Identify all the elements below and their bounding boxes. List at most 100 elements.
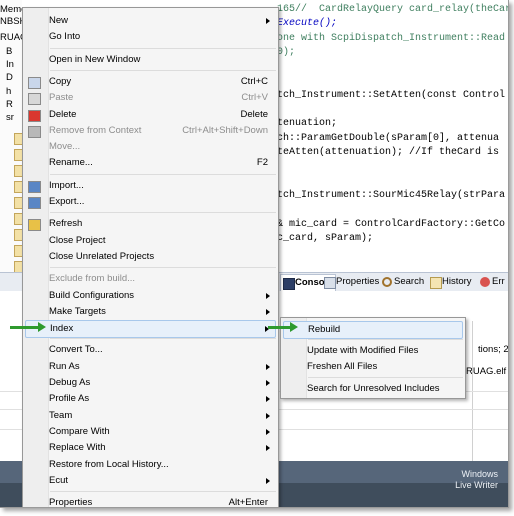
menu-item-delete[interactable]: Delete Delete: [25, 107, 276, 123]
submenu-arrow-icon: [266, 380, 270, 386]
search-icon: [382, 277, 392, 287]
code-line: Execute();: [277, 18, 338, 30]
ide-window: MemoryTestEmptyProjectNBSHRUAGBInDhRsrTe…: [0, 0, 509, 508]
menu-item-ecut[interactable]: Ecut: [25, 473, 276, 489]
taskbar-label: Windows Live Writer: [455, 469, 498, 490]
pointer-arrow-rebuild: [268, 322, 298, 332]
submenu-arrow-icon: [266, 412, 270, 419]
menu-item-rename[interactable]: Rename... F2: [25, 155, 276, 171]
menu-item-copy[interactable]: Copy Ctrl+C: [25, 74, 276, 90]
folder-icon: [14, 165, 22, 177]
code-line: c_card, sParam);: [277, 232, 374, 244]
submenu-item-rebuild[interactable]: Rebuild: [283, 321, 463, 339]
menu-item-convert-to[interactable]: Convert To...: [25, 342, 276, 358]
menu-item-move[interactable]: Move...: [25, 139, 276, 155]
menu-item-label: Search for Unresolved Includes: [307, 383, 440, 394]
console-icon: [283, 278, 295, 290]
code-line: tch_Instrument::SetAtten(const Control: [277, 89, 506, 101]
menu-item-label: Close Project: [49, 234, 106, 246]
code-line: tenuation;: [277, 118, 338, 130]
code-line: tch_Instrument::SourMic45Relay(strPara: [277, 189, 506, 201]
menu-item-restore-from-local-history[interactable]: Restore from Local History...: [25, 457, 276, 473]
menu-item-shortcut: F2: [256, 157, 268, 169]
submenu-arrow-icon: [266, 363, 270, 370]
menu-item-close-unrelated-projects[interactable]: Close Unrelated Projects: [25, 249, 276, 265]
pointer-arrow-index: [10, 322, 46, 332]
menu-item-compare-with[interactable]: Compare With: [25, 424, 276, 440]
menu-item-label: Freshen All Files: [307, 361, 378, 372]
copy-icon: [28, 76, 41, 89]
menu-item-label: Update with Modified Files: [307, 345, 419, 356]
context-menu: New Go Into Open in New Window Copy Ctrl+C Pa…: [22, 7, 279, 508]
menu-item-label: Paste: [49, 92, 74, 104]
menu-item-refresh[interactable]: Refresh: [25, 216, 276, 232]
submenu-arrow-icon: [266, 428, 270, 435]
submenu-item-search-for-unresolved-includes[interactable]: Search for Unresolved Includes: [283, 381, 463, 397]
folder-icon: [14, 197, 22, 209]
menu-item-properties[interactable]: Properties Alt+Enter: [25, 495, 276, 508]
menu-item-label: Copy: [49, 75, 72, 87]
menu-item-team[interactable]: Team: [25, 408, 276, 424]
folder-icon: [14, 133, 22, 145]
menu-item-make-targets[interactable]: Make Targets: [25, 304, 276, 320]
menu-item-remove-from-context[interactable]: Remove from Context Ctrl+Alt+Shift+Down: [25, 123, 276, 139]
menu-item-label: Index: [50, 323, 74, 335]
menu-item-open-in-new-window[interactable]: Open in New Window: [25, 52, 276, 68]
tab-error-log[interactable]: Err: [478, 274, 508, 290]
menu-item-label: Make Targets: [49, 305, 106, 317]
menu-item-build-configurations[interactable]: Build Configurations: [25, 288, 276, 304]
menu-item-label: Properties: [49, 497, 93, 508]
menu-separator: [50, 69, 276, 71]
code-line: ch::ParamGetDouble(sParam[0], attenua: [277, 132, 500, 144]
menu-item-run-as[interactable]: Run As: [25, 359, 276, 375]
submenu-arrow-icon: [266, 396, 270, 403]
menu-item-new[interactable]: New: [25, 13, 276, 29]
menu-item-label: Exclude from build...: [49, 273, 136, 285]
menu-item-label: Close Unrelated Projects: [49, 250, 155, 262]
code-line: & mic_card = ControlCardFactory::GetCo: [277, 218, 506, 230]
menu-item-label: Ecut: [49, 474, 69, 486]
menu-item-label: Team: [49, 409, 73, 421]
menu-item-exclude-from-build[interactable]: Exclude from build...: [25, 271, 276, 287]
menu-item-close-project[interactable]: Close Project: [25, 233, 276, 249]
menu-item-import[interactable]: Import...: [25, 178, 276, 194]
submenu-arrow-icon: [266, 445, 270, 452]
folder-icon: [14, 213, 22, 225]
menu-separator: [308, 377, 463, 378]
menu-item-paste[interactable]: Paste Ctrl+V: [25, 90, 276, 106]
menu-item-replace-with[interactable]: Replace With: [25, 440, 276, 456]
refresh-icon: [28, 219, 41, 232]
code-line: one with ScpiDispatch_Instrument::Read: [277, 32, 506, 44]
submenu-arrow-icon: [266, 18, 270, 24]
import-icon: [28, 180, 41, 193]
code-line: teAtten(attenuation); //If theCard is: [277, 147, 500, 158]
menu-item-debug-as[interactable]: Debug As: [25, 375, 276, 391]
menu-separator: [50, 212, 276, 214]
submenu-item-update-with-modified-files[interactable]: Update with Modified Files: [283, 343, 463, 359]
submenu-arrow-icon: [266, 292, 270, 299]
menu-item-profile-as[interactable]: Profile As: [25, 391, 276, 407]
history-icon: [430, 277, 442, 289]
submenu-item-freshen-all-files[interactable]: Freshen All Files: [283, 359, 463, 375]
folder-icon: [14, 245, 22, 257]
menu-separator: [50, 173, 276, 175]
menu-item-index[interactable]: Index: [25, 320, 276, 339]
menu-item-label: Remove from Context: [49, 124, 142, 136]
menu-item-go-into[interactable]: Go Into: [25, 29, 276, 45]
paste-icon: [28, 93, 41, 106]
menu-item-label: Move...: [49, 141, 81, 153]
submenu-arrow-icon: [266, 308, 270, 315]
menu-item-label: Export...: [49, 196, 85, 207]
menu-item-export[interactable]: Export...: [25, 194, 276, 210]
menu-item-label: Build Configurations: [49, 289, 135, 301]
menu-item-label: Compare With: [49, 425, 110, 437]
menu-item-shortcut: Ctrl+C: [240, 75, 268, 87]
folder-icon: [14, 149, 22, 161]
index-submenu: Rebuild Update with Modified Files Freshen…: [280, 317, 466, 399]
menu-item-label: Restore from Local History...: [49, 458, 169, 470]
menu-item-shortcut: Ctrl+Alt+Shift+Down: [182, 124, 268, 136]
menu-item-label: Rebuild: [308, 324, 341, 335]
tree-item[interactable]: sr: [6, 110, 14, 126]
tree-item[interactable]: NBSH: [0, 14, 22, 30]
menu-item-shortcut: Delete: [240, 108, 268, 120]
